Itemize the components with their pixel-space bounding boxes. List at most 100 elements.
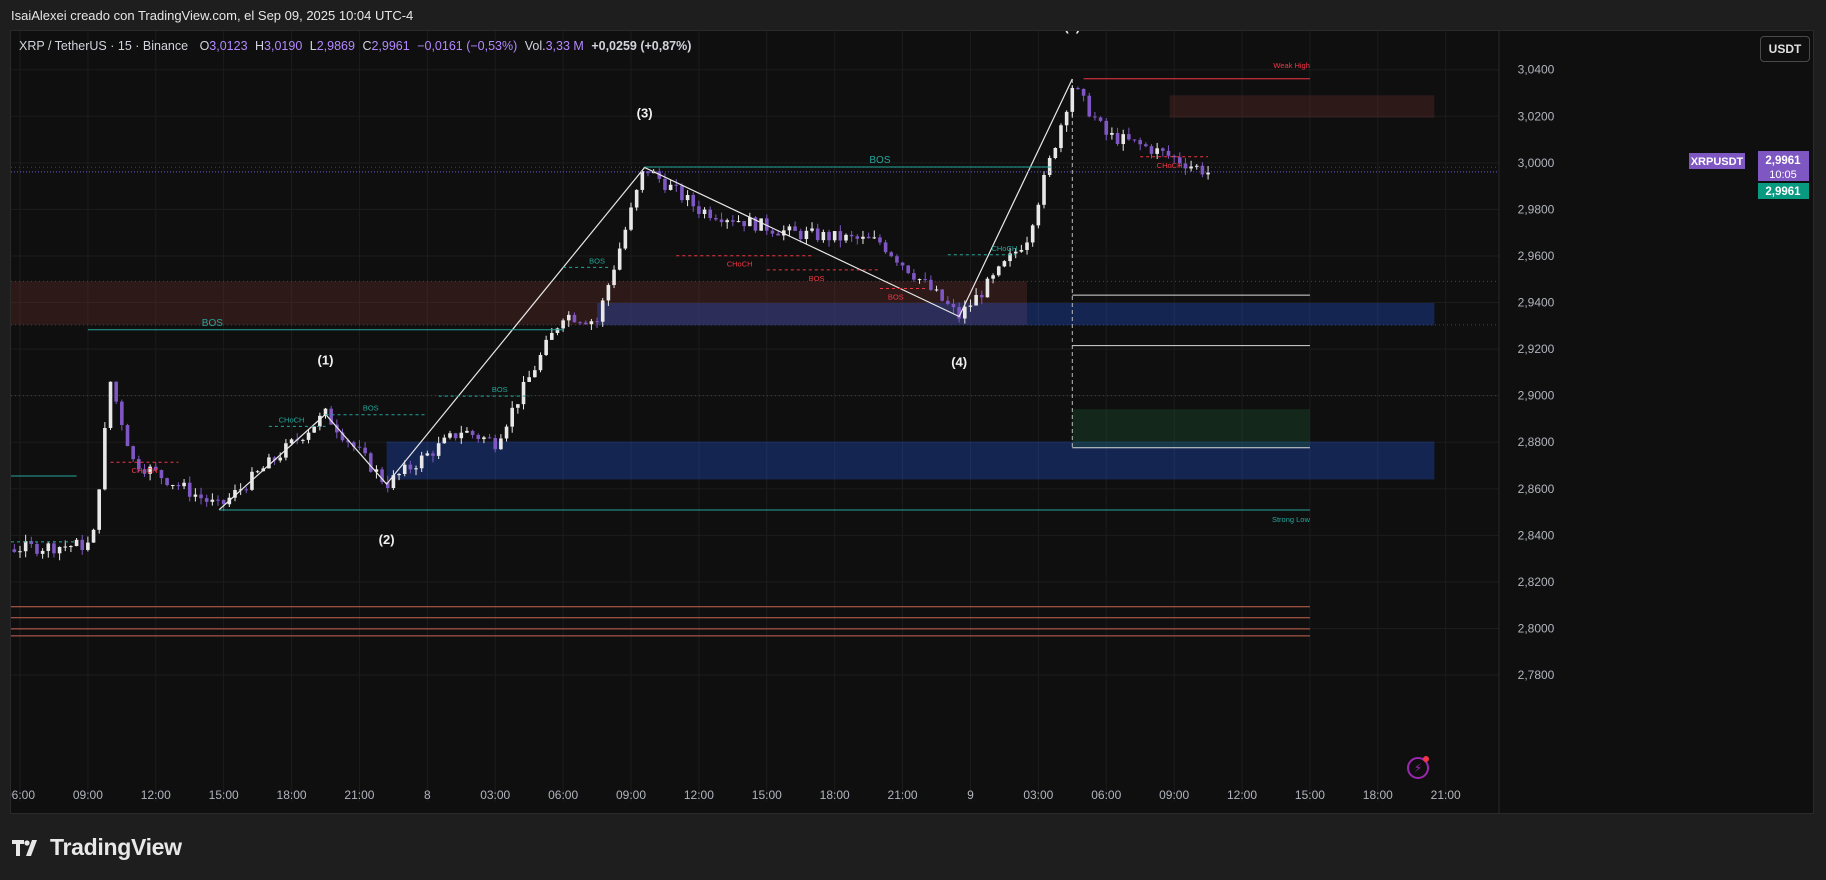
candle (442, 437, 447, 444)
candle (1121, 134, 1126, 145)
legend-low-key: L (309, 39, 317, 53)
structure-label: BOS (202, 318, 223, 329)
candle (555, 328, 560, 333)
candle (516, 404, 520, 408)
top-bar: IsaiAlexei creado con TradingView.com, e… (0, 0, 1826, 30)
candle (1076, 88, 1080, 90)
candle (1081, 88, 1086, 96)
candle (736, 221, 741, 223)
candle (1183, 163, 1188, 169)
structure-label: CHoCH (727, 260, 753, 269)
candle (1070, 88, 1075, 112)
candle (606, 285, 611, 301)
candle (770, 230, 775, 234)
time-axis-tick: 18:00 (820, 788, 850, 802)
candle (589, 321, 594, 325)
candle (702, 209, 707, 215)
brand[interactable]: TradingView (12, 834, 182, 861)
price-axis-tick: 2,8800 (1518, 435, 1555, 449)
candle (821, 232, 826, 241)
candle (872, 237, 877, 239)
structure-label: CHoCH (991, 244, 1017, 253)
candle (1047, 157, 1052, 175)
candle (674, 184, 679, 186)
symbol-price-tag-label: XRPUSDT (1691, 156, 1744, 168)
candle (35, 544, 39, 554)
candle (725, 220, 729, 223)
structure-label: BOS (888, 293, 904, 302)
candle (1025, 242, 1029, 250)
candle (476, 434, 481, 440)
candle (18, 551, 22, 553)
candle (787, 226, 792, 231)
price-chart[interactable]: (1) (2) (3) (4) (5) BOS CHoCH BOS CHoCH BOS BOS BOS… (11, 31, 1815, 815)
candle (482, 437, 486, 440)
swing-level-label: Strong Low (1272, 515, 1311, 524)
price-axis-tick: 2,9800 (1518, 202, 1555, 216)
time-axis-tick: 12:00 (1227, 788, 1257, 802)
candle (1098, 117, 1103, 121)
wave-label: (1) (318, 352, 334, 367)
currency-button[interactable]: USDT (1760, 36, 1810, 62)
candle (1115, 132, 1120, 145)
candle (810, 228, 814, 231)
price-axis-tick: 2,9200 (1518, 342, 1555, 356)
candle (368, 453, 373, 472)
candle (917, 279, 922, 281)
time-axis-tick: 03:00 (1023, 788, 1053, 802)
candle (182, 482, 186, 487)
legend-symbol[interactable]: XRP / TetherUS · 15 · Binance (19, 39, 188, 53)
candle (436, 443, 441, 456)
time-axis-tick: 12:00 (684, 788, 714, 802)
legend-close-value: 2,9961 (371, 39, 410, 53)
candle (663, 178, 667, 190)
candle (900, 262, 905, 266)
time-axis-tick: 18:00 (1363, 788, 1393, 802)
candle (940, 289, 944, 301)
candle (193, 494, 198, 497)
candle (414, 468, 418, 470)
candle (165, 478, 169, 486)
candle (1042, 174, 1046, 205)
last-price-tag-value: 2,9961 (1765, 155, 1801, 167)
candle (968, 305, 973, 307)
candle (453, 433, 458, 439)
candle (1155, 148, 1159, 154)
brand-name: TradingView (50, 834, 182, 860)
candle (12, 549, 17, 552)
swing-level-label: Weak High (1273, 61, 1310, 70)
chart-pane[interactable]: (1) (2) (3) (4) (5) BOS CHoCH BOS CHoCH BOS BOS BOS… (10, 30, 1815, 815)
symbol-legend: XRP / TetherUS · 15 · Binance O3,0123 H3… (19, 39, 691, 53)
time-axis-tick: 9 (967, 788, 974, 802)
time-axis-tick: 06:00 (548, 788, 578, 802)
candle (572, 314, 577, 323)
candle (708, 209, 713, 219)
legend-volume-key: Vol. (524, 39, 546, 53)
candle (97, 489, 102, 530)
candle (397, 473, 401, 476)
candle (1161, 148, 1165, 151)
candle (459, 432, 464, 439)
candle (80, 539, 85, 550)
structure-label: CHoCH (279, 415, 305, 424)
candle (46, 543, 51, 551)
price-axis-tick: 3,0400 (1518, 63, 1555, 77)
candle (623, 229, 628, 249)
candle (680, 185, 684, 201)
candle (595, 321, 599, 323)
candle (996, 266, 1001, 276)
candle (108, 381, 113, 428)
candle (1127, 134, 1131, 140)
candle (40, 550, 45, 554)
candle (221, 499, 226, 505)
legend-open-key: O (199, 39, 210, 53)
candle (1189, 166, 1193, 169)
candle (979, 294, 984, 298)
candle (63, 546, 68, 548)
candle (204, 498, 209, 502)
time-axis-tick: 15:00 (752, 788, 782, 802)
price-axis-tick: 2,8600 (1518, 482, 1555, 496)
structure-label: CHoCH (132, 466, 158, 475)
candle (634, 189, 639, 208)
candle (91, 529, 96, 543)
